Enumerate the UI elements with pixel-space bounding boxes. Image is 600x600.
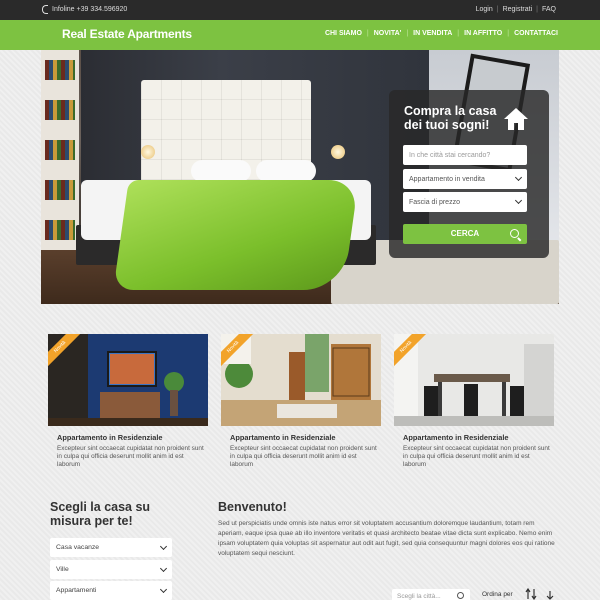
side-title: Scegli la casa su misura per te!: [50, 500, 151, 528]
hero-blanket: [113, 180, 359, 290]
welcome-title: Benvenuto!: [218, 500, 287, 514]
nav-chi-siamo[interactable]: CHI SIAMO: [325, 30, 362, 37]
separator: |: [406, 30, 409, 37]
nav-novita[interactable]: NOVITA': [374, 30, 402, 37]
listing-description: Excepteur sint occaecat cupidatat non pr…: [230, 445, 377, 468]
property-type-value: Appartamento in vendita: [409, 175, 485, 183]
city-input-placeholder: In che città stai cercando?: [409, 151, 491, 159]
chevron-down-icon: [159, 585, 168, 593]
city-input[interactable]: In che città stai cercando?: [403, 145, 527, 165]
property-type-select[interactable]: Appartamento in vendita: [403, 169, 527, 189]
header: Real Estate Apartments CHI SIAMO | NOVIT…: [0, 20, 600, 50]
login-link[interactable]: Login: [476, 6, 493, 13]
chevron-down-icon: [514, 196, 523, 205]
chevron-down-icon: [159, 564, 168, 572]
hero-lamp: [141, 145, 155, 159]
listing-photo[interactable]: Novità: [221, 334, 381, 426]
phone-number: Infoline +39 334.596920: [52, 6, 128, 13]
account-links: Login | Registrati | FAQ: [476, 6, 556, 13]
search-panel: Compra la casa dei tuoi sogni! In che ci…: [389, 90, 549, 258]
filter-casa-vacanze[interactable]: Casa vacanze: [50, 538, 172, 557]
separator: |: [507, 30, 510, 37]
filter-label: Appartamenti: [56, 587, 97, 594]
listing-card[interactable]: Novità Appartamento in Residenziale Exce…: [221, 334, 381, 472]
hero-bookshelf: [41, 50, 79, 280]
listing-title[interactable]: Appartamento in Residenziale: [403, 433, 509, 442]
hero-lamp: [331, 145, 345, 159]
nav-contattaci[interactable]: CONTATTACI: [514, 30, 558, 37]
price-range-value: Fascia di prezzo: [409, 198, 460, 206]
sort-label: Ordina per: [482, 591, 513, 598]
search-icon: [457, 592, 464, 599]
separator: |: [496, 6, 499, 13]
hero-pillow: [256, 160, 316, 182]
logo[interactable]: Real Estate Apartments: [62, 27, 192, 41]
faq-link[interactable]: FAQ: [542, 6, 556, 13]
listing-card[interactable]: Novità Appartamento in Residenziale Exce…: [48, 334, 208, 472]
filter-appartamenti[interactable]: Appartamenti: [50, 581, 172, 600]
nav-in-vendita[interactable]: IN VENDITA: [413, 30, 452, 37]
infoline: Infoline +39 334.596920: [42, 5, 127, 14]
hero-pillow: [191, 160, 251, 182]
nav-in-affitto[interactable]: IN AFFITTO: [464, 30, 502, 37]
filter-label: Casa vacanze: [56, 544, 100, 551]
listing-card[interactable]: Novità Appartamento in Residenziale Exce…: [394, 334, 554, 472]
search-title: Compra la casa dei tuoi sogni!: [404, 104, 497, 132]
search-icon: [510, 229, 519, 238]
sort-order-icon[interactable]: [545, 590, 555, 600]
search-button-label: CERCA: [450, 229, 480, 238]
filter-ville[interactable]: Ville: [50, 560, 172, 579]
separator: |: [536, 6, 538, 13]
city-search-input[interactable]: Scegli la città...: [392, 589, 470, 600]
main-nav: CHI SIAMO | NOVITA' | IN VENDITA | IN AF…: [325, 30, 558, 37]
home-icon: [504, 108, 528, 130]
phone-icon: [42, 5, 48, 14]
chevron-down-icon: [159, 542, 168, 550]
listing-photo[interactable]: Novità: [48, 334, 208, 426]
listing-title[interactable]: Appartamento in Residenziale: [57, 433, 163, 442]
price-range-select[interactable]: Fascia di prezzo: [403, 192, 527, 212]
listing-description: Excepteur sint occaecat cupidatat non pr…: [403, 445, 550, 468]
search-button[interactable]: CERCA: [403, 224, 527, 244]
welcome-text: Sed ut perspiciatis unde omnis iste natu…: [218, 520, 555, 557]
sort-price-icon[interactable]: [525, 588, 539, 600]
separator: |: [457, 30, 460, 37]
listing-title[interactable]: Appartamento in Residenziale: [230, 433, 336, 442]
city-search-placeholder: Scegli la città...: [397, 593, 441, 600]
chevron-down-icon: [514, 173, 523, 182]
listing-photo[interactable]: Novità: [394, 334, 554, 426]
listing-description: Excepteur sint occaecat cupidatat non pr…: [57, 445, 204, 468]
register-link[interactable]: Registrati: [503, 6, 533, 13]
filter-label: Ville: [56, 566, 69, 573]
top-bar: Infoline +39 334.596920 Login | Registra…: [0, 0, 600, 20]
separator: |: [366, 30, 369, 37]
